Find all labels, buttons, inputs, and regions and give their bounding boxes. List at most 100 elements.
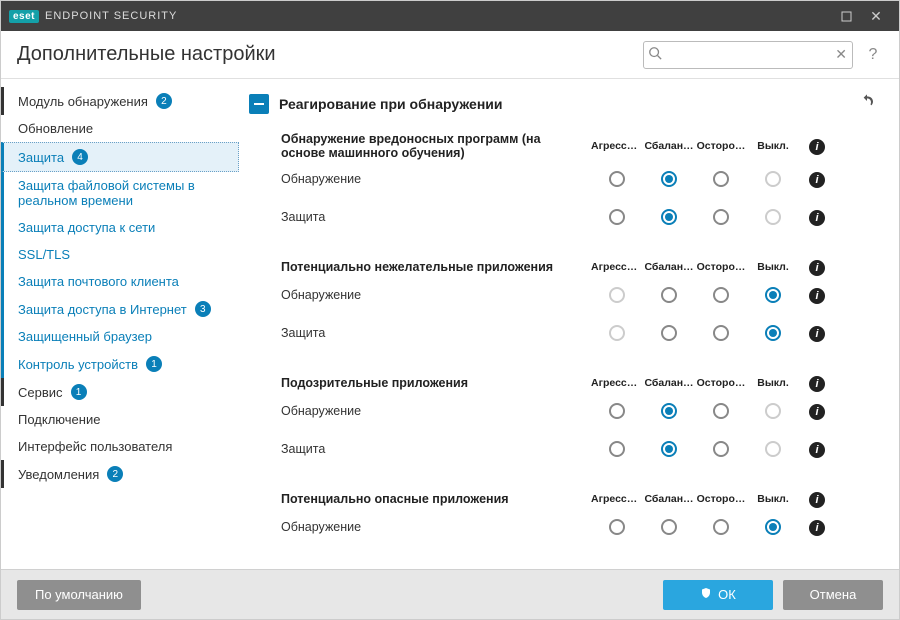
info-icon[interactable]: i — [809, 260, 825, 276]
sidebar-item-6[interactable]: Защита почтового клиента — [1, 268, 239, 295]
radio-option[interactable] — [661, 325, 677, 341]
sidebar-item-label: Защита доступа к сети — [18, 220, 155, 235]
group-header: Обнаружение вредоносных программ (на осн… — [281, 132, 881, 160]
sidebar-item-9[interactable]: Контроль устройств1 — [1, 350, 239, 378]
radio-option[interactable] — [765, 325, 781, 341]
shield-icon — [700, 587, 712, 602]
radio-option[interactable] — [661, 287, 677, 303]
row-label: Обнаружение — [281, 520, 591, 534]
settings-panel[interactable]: Реагирование при обнаружении Обнаружение… — [249, 89, 895, 559]
group-title: Потенциально опасные приложения — [281, 492, 591, 506]
radio-option[interactable] — [713, 441, 729, 457]
column-header: Осторо… — [695, 493, 747, 505]
maximize-button[interactable] — [831, 1, 861, 31]
radio-option[interactable] — [765, 287, 781, 303]
sidebar-item-label: Подключение — [18, 412, 100, 427]
main: Реагирование при обнаружении Обнаружение… — [239, 79, 899, 569]
ok-button[interactable]: ОК — [663, 580, 773, 610]
sidebar-item-11[interactable]: Подключение — [1, 406, 239, 433]
help-button[interactable]: ? — [863, 46, 883, 64]
group-title: Подозрительные приложения — [281, 376, 591, 390]
sidebar-item-label: Сервис — [18, 385, 63, 400]
radio-option[interactable] — [661, 519, 677, 535]
radio-option[interactable] — [609, 209, 625, 225]
info-icon[interactable]: i — [809, 139, 825, 155]
settings-row: Обнаружениеi — [281, 276, 881, 314]
titlebar: eset ENDPOINT SECURITY ✕ — [1, 1, 899, 31]
sidebar-item-3[interactable]: Защита файловой системы в реальном време… — [1, 172, 239, 214]
radio-option[interactable] — [713, 325, 729, 341]
settings-row: Обнаружение i — [281, 392, 881, 430]
radio-option[interactable] — [765, 441, 781, 457]
sidebar-badge: 2 — [156, 93, 172, 109]
defaults-button[interactable]: По умолчанию — [17, 580, 141, 610]
settings-row: Защитаi — [281, 314, 881, 352]
column-header: Осторо… — [695, 377, 747, 389]
sidebar-item-label: Уведомления — [18, 467, 99, 482]
sidebar-item-7[interactable]: Защита доступа в Интернет3 — [1, 295, 239, 323]
sidebar-badge: 1 — [71, 384, 87, 400]
close-button[interactable]: ✕ — [861, 1, 891, 31]
radio-option[interactable] — [713, 519, 729, 535]
collapse-button[interactable] — [249, 94, 269, 114]
radio-option[interactable] — [713, 287, 729, 303]
close-icon: ✕ — [870, 8, 882, 25]
radio-option[interactable] — [765, 519, 781, 535]
info-icon[interactable]: i — [809, 492, 825, 508]
radio-option[interactable] — [609, 403, 625, 419]
radio-option[interactable] — [765, 403, 781, 419]
radio-option[interactable] — [713, 171, 729, 187]
radio-option[interactable] — [609, 519, 625, 535]
sidebar-item-2[interactable]: Защита4 — [1, 142, 239, 172]
radio-option[interactable] — [609, 325, 625, 341]
cancel-button[interactable]: Отмена — [783, 580, 883, 610]
radio-option[interactable] — [765, 171, 781, 187]
sidebar-item-1[interactable]: Обновление — [1, 115, 239, 142]
info-icon[interactable]: i — [809, 404, 825, 420]
settings-row: Обнаружение i — [281, 160, 881, 198]
info-icon[interactable]: i — [809, 442, 825, 458]
info-icon[interactable]: i — [809, 326, 825, 342]
group-header: Подозрительные приложенияАгресси…Сбалан…… — [281, 374, 881, 392]
sidebar-item-5[interactable]: SSL/TLS — [1, 241, 239, 268]
row-label: Обнаружение — [281, 404, 591, 418]
column-header: Выкл. — [747, 493, 799, 505]
sidebar-item-13[interactable]: Уведомления2 — [1, 460, 239, 488]
sidebar-item-4[interactable]: Защита доступа к сети — [1, 214, 239, 241]
radio-option[interactable] — [609, 441, 625, 457]
sidebar-item-label: Модуль обнаружения — [18, 94, 148, 109]
app-window: eset ENDPOINT SECURITY ✕ Дополнительные … — [0, 0, 900, 620]
info-icon[interactable]: i — [809, 520, 825, 536]
row-label: Защита — [281, 442, 591, 456]
sidebar-item-8[interactable]: Защищенный браузер — [1, 323, 239, 350]
group-title: Обнаружение вредоносных программ (на осн… — [281, 132, 591, 160]
undo-button[interactable] — [859, 93, 883, 114]
info-icon[interactable]: i — [809, 376, 825, 392]
info-icon[interactable]: i — [809, 288, 825, 304]
radio-option[interactable] — [661, 403, 677, 419]
column-header: Сбалан… — [643, 493, 695, 505]
radio-option[interactable] — [713, 209, 729, 225]
info-icon[interactable]: i — [809, 210, 825, 226]
radio-option[interactable] — [661, 441, 677, 457]
header: Дополнительные настройки ✕ ? — [1, 31, 899, 79]
section-header: Реагирование при обнаружении — [249, 89, 889, 124]
info-icon[interactable]: i — [809, 172, 825, 188]
maximize-icon — [841, 11, 852, 22]
column-header: Агресси… — [591, 377, 643, 389]
sidebar-item-12[interactable]: Интерфейс пользователя — [1, 433, 239, 460]
radio-option[interactable] — [609, 171, 625, 187]
radio-option[interactable] — [713, 403, 729, 419]
sidebar-item-0[interactable]: Модуль обнаружения 2 — [1, 87, 239, 115]
sidebar-badge: 1 — [146, 356, 162, 372]
radio-option[interactable] — [661, 171, 677, 187]
radio-option[interactable] — [661, 209, 677, 225]
radio-option[interactable] — [609, 287, 625, 303]
sidebar-item-10[interactable]: Сервис 1 — [1, 378, 239, 406]
settings-row: Защитаi — [281, 198, 881, 236]
clear-search-icon[interactable]: ✕ — [835, 46, 847, 63]
sidebar-item-label: Защищенный браузер — [18, 329, 152, 344]
search-input[interactable] — [643, 41, 853, 69]
row-label: Обнаружение — [281, 172, 591, 186]
radio-option[interactable] — [765, 209, 781, 225]
